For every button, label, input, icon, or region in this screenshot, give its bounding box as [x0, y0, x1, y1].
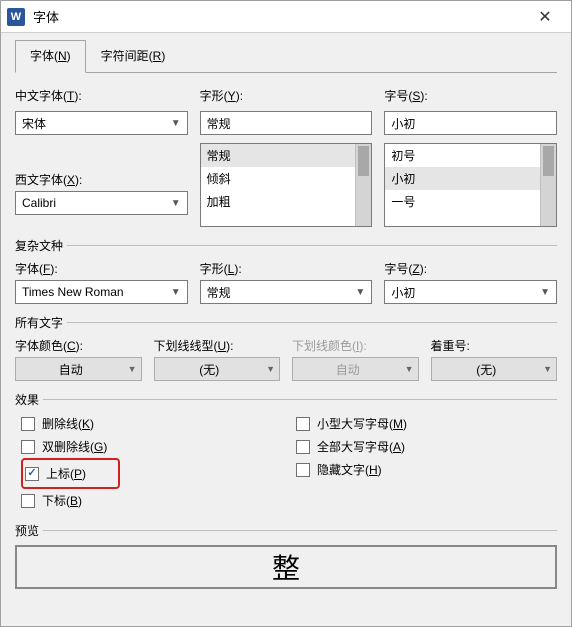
underline-color-dropdown: 自动 ▼ [292, 357, 419, 381]
chinese-font-label: 中文字体(T): [15, 87, 188, 104]
complex-font-label: 字体(F): [15, 260, 188, 277]
chevron-down-icon: ▼ [167, 194, 185, 212]
font-color-value: 自动 [20, 361, 122, 378]
chinese-font-value: 宋体 [22, 115, 167, 132]
chevron-down-icon: ▼ [536, 283, 554, 301]
list-item[interactable]: 初号 [385, 144, 556, 167]
western-font-value: Calibri [22, 196, 167, 210]
complex-style-label: 字形(L): [200, 260, 373, 277]
all-caps-checkbox[interactable]: 全部大写字母(A) [296, 435, 551, 458]
list-item[interactable]: 小初 [385, 167, 556, 190]
subscript-checkbox[interactable]: 下标(B) [21, 489, 276, 512]
complex-style-value: 常规 [207, 284, 352, 301]
font-style-combo[interactable]: 常规 [200, 111, 373, 135]
font-color-dropdown[interactable]: 自动 ▼ [15, 357, 142, 381]
window-title: 字体 [33, 7, 525, 26]
scrollbar[interactable] [355, 144, 371, 226]
list-item[interactable]: 一号 [385, 190, 556, 213]
tab-font[interactable]: 字体(N) [15, 40, 86, 73]
chevron-down-icon: ▼ [167, 283, 185, 301]
emphasis-value: (无) [436, 361, 538, 378]
double-strikethrough-checkbox[interactable]: 双删除线(G) [21, 435, 276, 458]
checkbox-icon [21, 417, 35, 431]
close-icon: ✕ [538, 7, 551, 27]
font-dialog: W 字体 ✕ 字体(N) 字符间距(R) 中文字体(T): 字形(Y): [0, 0, 572, 627]
divider [67, 322, 557, 323]
tab-char-spacing[interactable]: 字符间距(R) [86, 40, 181, 73]
checkbox-icon [21, 494, 35, 508]
scrollbar[interactable] [540, 144, 556, 226]
font-size-combo[interactable]: 小初 [384, 111, 557, 135]
underline-style-dropdown[interactable]: (无) ▼ [154, 357, 281, 381]
preview-legend: 预览 [15, 522, 39, 539]
chinese-font-combo[interactable]: 宋体 ▼ [15, 111, 188, 135]
underline-style-value: (无) [159, 361, 261, 378]
font-style-label: 字形(Y): [200, 87, 373, 104]
complex-size-label: 字号(Z): [384, 260, 557, 277]
superscript-checkbox[interactable]: 上标(P) [25, 462, 86, 485]
complex-size-value: 小初 [391, 284, 536, 301]
list-item[interactable]: 倾斜 [201, 167, 372, 190]
preview-sample-text: 整 [272, 547, 300, 587]
highlight-box: 上标(P) [21, 458, 120, 489]
preview-panel: 整 [15, 545, 557, 589]
divider [67, 245, 557, 246]
dialog-content: 字体(N) 字符间距(R) 中文字体(T): 字形(Y): 字号(S): [1, 33, 571, 605]
all-text-legend: 所有文字 [15, 314, 63, 331]
app-icon: W [7, 8, 25, 26]
checkbox-icon [21, 440, 35, 454]
chevron-down-icon: ▼ [128, 364, 137, 374]
small-caps-checkbox[interactable]: 小型大写字母(M) [296, 412, 551, 435]
checkbox-icon [296, 463, 310, 477]
chevron-down-icon: ▼ [266, 364, 275, 374]
chevron-down-icon: ▼ [167, 114, 185, 132]
chevron-down-icon: ▼ [405, 364, 414, 374]
list-item[interactable]: 常规 [201, 144, 372, 167]
emphasis-dropdown[interactable]: (无) ▼ [431, 357, 558, 381]
western-font-label: 西文字体(X): [15, 171, 188, 188]
checkbox-icon [25, 467, 39, 481]
list-item[interactable]: 加粗 [201, 190, 372, 213]
font-size-label: 字号(S): [384, 87, 557, 104]
emphasis-label: 着重号: [431, 337, 558, 354]
complex-style-combo[interactable]: 常规 ▼ [200, 280, 373, 304]
complex-font-combo[interactable]: Times New Roman ▼ [15, 280, 188, 304]
underline-color-value: 自动 [297, 361, 399, 378]
checkbox-icon [296, 440, 310, 454]
font-color-label: 字体颜色(C): [15, 337, 142, 354]
divider [43, 399, 557, 400]
complex-size-combo[interactable]: 小初 ▼ [384, 280, 557, 304]
close-button[interactable]: ✕ [525, 2, 565, 32]
checkbox-icon [296, 417, 310, 431]
strikethrough-checkbox[interactable]: 删除线(K) [21, 412, 276, 435]
font-style-listbox[interactable]: 常规 倾斜 加粗 [200, 143, 373, 227]
complex-font-value: Times New Roman [22, 285, 167, 299]
western-font-combo[interactable]: Calibri ▼ [15, 191, 188, 215]
font-size-listbox[interactable]: 初号 小初 一号 [384, 143, 557, 227]
complex-scripts-legend: 复杂文种 [15, 237, 63, 254]
chevron-down-icon: ▼ [543, 364, 552, 374]
effects-legend: 效果 [15, 391, 39, 408]
scrollbar-thumb[interactable] [543, 146, 554, 176]
scrollbar-thumb[interactable] [358, 146, 369, 176]
underline-color-label: 下划线颜色(I): [292, 337, 419, 354]
font-style-value: 常规 [207, 115, 370, 132]
divider [43, 530, 557, 531]
titlebar: W 字体 ✕ [1, 1, 571, 33]
tab-bar: 字体(N) 字符间距(R) [15, 39, 557, 73]
underline-style-label: 下划线线型(U): [154, 337, 281, 354]
font-size-value: 小初 [391, 115, 554, 132]
chevron-down-icon: ▼ [351, 283, 369, 301]
hidden-text-checkbox[interactable]: 隐藏文字(H) [296, 458, 551, 481]
